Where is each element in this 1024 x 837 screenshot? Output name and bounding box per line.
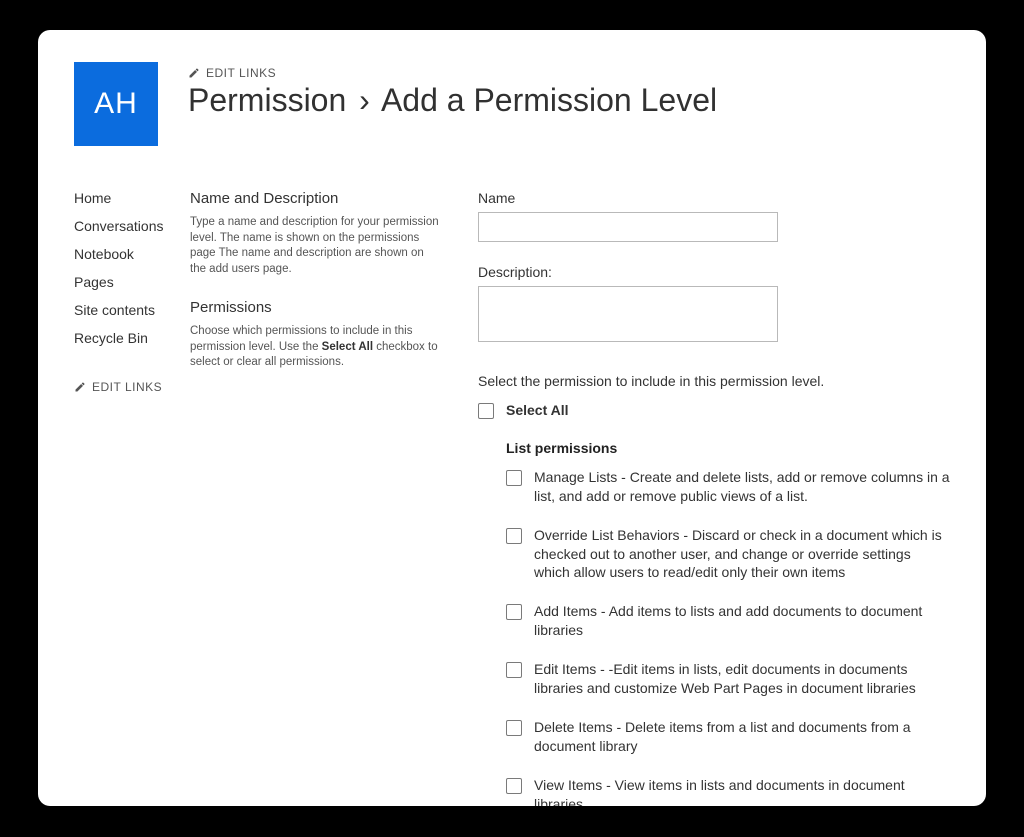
perm-checkbox-override-list-behaviors[interactable] bbox=[506, 528, 522, 544]
title-column: EDIT LINKS Permission › Add a Permission… bbox=[188, 62, 717, 146]
select-all-row: Select All bbox=[478, 401, 950, 420]
app-window: AH EDIT LINKS Permission › Add a Permiss… bbox=[38, 30, 986, 806]
site-logo: AH bbox=[74, 62, 158, 146]
perm-checkbox-add-items[interactable] bbox=[506, 604, 522, 620]
perm-label-override-list-behaviors: Override List Behaviors - Discard or che… bbox=[534, 526, 950, 583]
nav-item-site-contents[interactable]: Site contents bbox=[74, 302, 190, 318]
select-all-checkbox[interactable] bbox=[478, 403, 494, 419]
breadcrumb-separator: › bbox=[359, 82, 370, 118]
perm-row-delete-items: Delete Items - Delete items from a list … bbox=[478, 718, 950, 756]
nav-item-recycle-bin[interactable]: Recycle Bin bbox=[74, 330, 190, 346]
form-column: Name Description: Select the permission … bbox=[478, 190, 950, 806]
perm-label-manage-lists: Manage Lists - Create and delete lists, … bbox=[534, 468, 950, 506]
perm-row-add-items: Add Items - Add items to lists and add d… bbox=[478, 602, 950, 640]
perm-checkbox-view-items[interactable] bbox=[506, 778, 522, 794]
edit-links-top-label: EDIT LINKS bbox=[206, 66, 276, 80]
perm-checkbox-edit-items[interactable] bbox=[506, 662, 522, 678]
name-label: Name bbox=[478, 190, 950, 206]
perm-checkbox-delete-items[interactable] bbox=[506, 720, 522, 736]
body-row: Home Conversations Notebook Pages Site c… bbox=[74, 190, 950, 806]
pencil-icon bbox=[74, 381, 86, 393]
header-row: AH EDIT LINKS Permission › Add a Permiss… bbox=[74, 62, 950, 146]
page-title: Permission › Add a Permission Level bbox=[188, 84, 717, 118]
description-label: Description: bbox=[478, 264, 950, 280]
perm-row-view-items: View Items - View items in lists and doc… bbox=[478, 776, 950, 806]
perm-row-manage-lists: Manage Lists - Create and delete lists, … bbox=[478, 468, 950, 506]
perm-label-delete-items: Delete Items - Delete items from a list … bbox=[534, 718, 950, 756]
list-permissions-header: List permissions bbox=[506, 440, 950, 456]
help-permissions: Permissions Choose which permissions to … bbox=[190, 299, 450, 371]
perm-checkbox-manage-lists[interactable] bbox=[506, 470, 522, 486]
breadcrumb-parent: Permission bbox=[188, 82, 346, 118]
help-perm-text-bold: Select All bbox=[322, 341, 373, 353]
select-all-label: Select All bbox=[506, 401, 569, 420]
help-column: Name and Description Type a name and des… bbox=[190, 190, 450, 806]
name-input[interactable] bbox=[478, 212, 778, 242]
nav-item-notebook[interactable]: Notebook bbox=[74, 246, 190, 262]
description-input[interactable] bbox=[478, 286, 778, 342]
site-logo-text: AH bbox=[94, 87, 138, 121]
permission-hint: Select the permission to include in this… bbox=[478, 373, 950, 389]
side-nav: Home Conversations Notebook Pages Site c… bbox=[74, 190, 190, 806]
perm-label-edit-items: Edit Items - -Edit items in lists, edit … bbox=[534, 660, 950, 698]
nav-item-pages[interactable]: Pages bbox=[74, 274, 190, 290]
help-nd-title: Name and Description bbox=[190, 190, 450, 207]
perm-label-view-items: View Items - View items in lists and doc… bbox=[534, 776, 950, 806]
perm-row-override-list-behaviors: Override List Behaviors - Discard or che… bbox=[478, 526, 950, 583]
perm-row-edit-items: Edit Items - -Edit items in lists, edit … bbox=[478, 660, 950, 698]
edit-links-top[interactable]: EDIT LINKS bbox=[188, 66, 717, 80]
help-perm-title: Permissions bbox=[190, 299, 450, 316]
nav-item-home[interactable]: Home bbox=[74, 190, 190, 206]
nav-item-conversations[interactable]: Conversations bbox=[74, 218, 190, 234]
edit-links-side-label: EDIT LINKS bbox=[92, 380, 162, 394]
pencil-icon bbox=[188, 67, 200, 79]
help-nd-text: Type a name and description for your per… bbox=[190, 215, 440, 277]
edit-links-side[interactable]: EDIT LINKS bbox=[74, 380, 190, 394]
help-name-description: Name and Description Type a name and des… bbox=[190, 190, 450, 277]
perm-label-add-items: Add Items - Add items to lists and add d… bbox=[534, 602, 950, 640]
breadcrumb-current: Add a Permission Level bbox=[381, 82, 717, 118]
help-perm-text: Choose which permissions to include in t… bbox=[190, 324, 440, 371]
